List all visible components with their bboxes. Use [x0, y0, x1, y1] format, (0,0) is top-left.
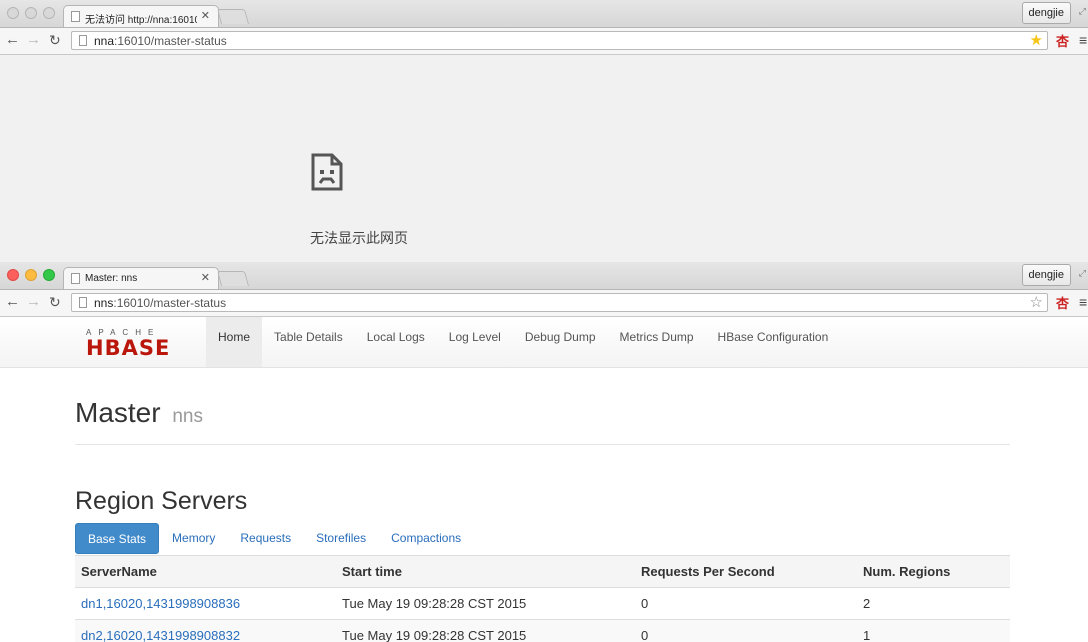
top-navbar: APACHE HBASE Home Table Details Local Lo…	[0, 317, 1088, 368]
page-icon	[79, 35, 87, 46]
back-arrow-icon[interactable]: ←	[5, 32, 20, 48]
num-regions: 1	[863, 628, 871, 642]
num-regions: 2	[863, 596, 871, 611]
zoom-window-button[interactable]	[43, 269, 55, 281]
nav-local-logs[interactable]: Local Logs	[355, 317, 437, 367]
section-title: Region Servers	[75, 487, 248, 515]
address-bar[interactable]: nna:16010/master-status ★	[71, 31, 1048, 50]
column-header: Num. Regions	[863, 564, 951, 579]
menu-icon[interactable]: ≡	[1079, 294, 1087, 310]
new-tab-button[interactable]	[216, 271, 250, 286]
page-icon	[79, 297, 87, 308]
nav-metrics-dump[interactable]: Metrics Dump	[608, 317, 706, 367]
address-bar[interactable]: nns:16010/master-status ☆	[71, 293, 1048, 312]
region-servers-table: ServerName Start time Requests Per Secon…	[75, 555, 1010, 642]
page-icon	[71, 273, 80, 284]
region-server-tabs: Base Stats Memory Requests Storefiles Co…	[75, 523, 474, 554]
zoom-window-button[interactable]	[43, 7, 55, 19]
fullscreen-icon[interactable]: ⤢	[1079, 268, 1086, 279]
divider	[75, 444, 1010, 445]
page-icon	[71, 11, 80, 22]
page-title-text: Master	[75, 397, 161, 428]
bookmark-star-icon[interactable]: ☆	[1030, 294, 1043, 311]
nav-home[interactable]: Home	[206, 317, 263, 367]
column-header: ServerName	[81, 564, 157, 579]
url-text: nna:16010/master-status	[94, 34, 227, 48]
tab-title: Master: nns	[85, 273, 138, 284]
browser-tab[interactable]: Master: nns ✕	[63, 267, 219, 289]
minimize-window-button[interactable]	[25, 269, 37, 281]
new-tab-button[interactable]	[216, 9, 250, 24]
error-message: 无法显示此网页	[310, 230, 408, 246]
nav-hbase-configuration[interactable]: HBase Configuration	[706, 317, 841, 367]
window-controls	[7, 7, 55, 19]
minimize-window-button[interactable]	[25, 7, 37, 19]
nav-log-level[interactable]: Log Level	[437, 317, 513, 367]
browser-toolbar: ← → ↻ nna:16010/master-status ★ 杏 ≡	[0, 28, 1088, 55]
tab-compactions[interactable]: Compactions	[379, 523, 473, 554]
column-header: Start time	[342, 564, 402, 579]
tab-base-stats[interactable]: Base Stats	[75, 523, 160, 554]
browser-tab[interactable]: 无法访问 http://nna:16010 ✕	[63, 5, 219, 27]
window-controls	[7, 269, 55, 281]
start-time: Tue May 19 09:28:28 CST 2015	[342, 596, 527, 611]
requests-per-second: 0	[641, 628, 649, 642]
server-name-link[interactable]: dn1,16020,1431998908836	[81, 588, 240, 619]
tab-title: 无法访问 http://nna:16010	[85, 15, 197, 26]
browser-toolbar: ← → ↻ nns:16010/master-status ☆ 杏 ≡	[0, 290, 1088, 317]
tab-strip: 无法访问 http://nna:16010 ✕ dengjie ⤢	[0, 0, 1088, 28]
url-text: nns:16010/master-status	[94, 296, 227, 310]
nav-table-details[interactable]: Table Details	[262, 317, 355, 367]
tab-requests[interactable]: Requests	[228, 523, 303, 554]
table-row: dn1,16020,1431998908836 Tue May 19 09:28…	[75, 587, 1010, 619]
profile-button[interactable]: dengjie	[1021, 2, 1071, 24]
fullscreen-icon[interactable]: ⤢	[1079, 6, 1086, 17]
table-header-row: ServerName Start time Requests Per Secon…	[75, 555, 1010, 587]
close-window-button[interactable]	[7, 7, 19, 19]
tab-memory[interactable]: Memory	[160, 523, 227, 554]
page-content: APACHE HBASE Home Table Details Local Lo…	[0, 317, 1088, 642]
close-window-button[interactable]	[7, 269, 19, 281]
bookmark-star-icon[interactable]: ★	[1030, 32, 1043, 49]
tab-storefiles[interactable]: Storefiles	[304, 523, 378, 554]
nav-menu: Home Table Details Local Logs Log Level …	[206, 317, 840, 367]
tab-strip: Master: nns ✕ dengjie ⤢	[0, 262, 1088, 290]
browser-window-error: 无法访问 http://nna:16010 ✕ dengjie ⤢ ← → ↻ …	[0, 0, 1088, 262]
sad-page-icon	[311, 153, 343, 191]
browser-window-hbase: Master: nns ✕ dengjie ⤢ ← → ↻ nns:16010/…	[0, 262, 1088, 642]
master-hostname: nns	[172, 406, 203, 427]
requests-per-second: 0	[641, 596, 649, 611]
extension-icon[interactable]: 杏	[1056, 293, 1069, 312]
reload-icon[interactable]: ↻	[49, 294, 61, 310]
menu-icon[interactable]: ≡	[1079, 32, 1087, 48]
forward-arrow-icon[interactable]: →	[26, 294, 41, 310]
nav-debug-dump[interactable]: Debug Dump	[513, 317, 608, 367]
server-name-link[interactable]: dn2,16020,1431998908832	[81, 620, 240, 642]
close-tab-icon[interactable]: ✕	[201, 271, 210, 284]
forward-arrow-icon[interactable]: →	[26, 32, 41, 48]
logo-hbase-text: HBASE	[86, 336, 171, 360]
table-row: dn2,16020,1431998908832 Tue May 19 09:28…	[75, 619, 1010, 642]
close-tab-icon[interactable]: ✕	[201, 9, 210, 22]
hbase-logo[interactable]: APACHE HBASE	[86, 329, 194, 360]
start-time: Tue May 19 09:28:28 CST 2015	[342, 628, 527, 642]
reload-icon[interactable]: ↻	[49, 32, 61, 48]
column-header: Requests Per Second	[641, 564, 775, 579]
extension-icon[interactable]: 杏	[1056, 31, 1069, 50]
page-title: Master nns	[75, 397, 203, 429]
back-arrow-icon[interactable]: ←	[5, 294, 20, 310]
profile-button[interactable]: dengjie	[1021, 264, 1071, 286]
